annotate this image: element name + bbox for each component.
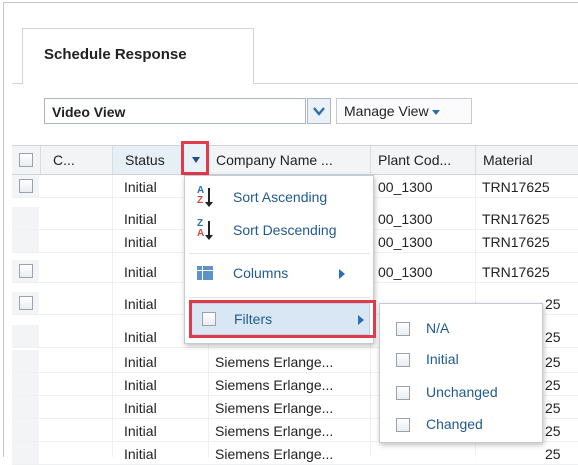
menu-item-label: Sort Descending bbox=[233, 222, 337, 238]
view-select-dropdown-button[interactable] bbox=[307, 98, 331, 124]
tab-bar: Schedule Response bbox=[12, 28, 578, 85]
status-cell: Initial bbox=[124, 423, 157, 439]
view-select[interactable]: Video View bbox=[44, 98, 306, 124]
menu-item-label: Columns bbox=[233, 265, 289, 281]
material-cell: 25 bbox=[545, 377, 561, 393]
filter-option-changed[interactable]: Changed bbox=[396, 414, 536, 438]
plant-cell: 00_1300 bbox=[378, 211, 433, 227]
submenu-arrow-icon bbox=[339, 269, 345, 279]
status-cell: Initial bbox=[124, 354, 157, 370]
manage-view-button[interactable]: Manage View bbox=[336, 98, 472, 124]
tab-label: Schedule Response bbox=[44, 46, 187, 63]
menu-separator bbox=[189, 253, 370, 254]
caret-down-icon bbox=[431, 109, 440, 115]
filter-option-label: Unchanged bbox=[426, 384, 498, 400]
filter-option-unchanged[interactable]: Unchanged bbox=[396, 382, 536, 406]
column-header-material[interactable]: Material bbox=[475, 146, 578, 174]
highlight-box-filters bbox=[189, 300, 376, 338]
columns-icon bbox=[197, 266, 213, 280]
company-cell: Siemens Erlange... bbox=[215, 423, 334, 439]
status-cell: Initial bbox=[124, 329, 157, 345]
table-row[interactable]: Initial Siemens Erlange... 25 bbox=[12, 442, 578, 465]
sort-descending-icon: Z A bbox=[197, 219, 215, 241]
material-cell: TRN17625 bbox=[482, 264, 550, 280]
plant-cell: 00_1300 bbox=[378, 179, 433, 195]
material-cell: TRN17625 bbox=[482, 179, 550, 195]
filter-checkbox[interactable] bbox=[396, 353, 410, 367]
status-cell: Initial bbox=[124, 179, 157, 195]
filter-checkbox[interactable] bbox=[396, 386, 410, 400]
sort-ascending-icon: A Z bbox=[197, 186, 215, 208]
filter-option-label: Initial bbox=[426, 351, 459, 367]
status-cell: Initial bbox=[124, 264, 157, 280]
filter-option-label: Changed bbox=[426, 416, 483, 432]
filters-submenu: N/A Initial Unchanged Changed bbox=[379, 303, 543, 443]
material-cell: 25 bbox=[545, 296, 561, 312]
plant-cell: 00_1300 bbox=[378, 264, 433, 280]
row-checkbox[interactable] bbox=[19, 264, 33, 278]
company-cell: Siemens Erlange... bbox=[215, 354, 334, 370]
status-cell: Initial bbox=[124, 446, 157, 462]
material-cell: 25 bbox=[545, 354, 561, 370]
filter-option-na[interactable]: N/A bbox=[396, 318, 536, 342]
manage-view-label: Manage View bbox=[344, 103, 429, 119]
menu-item-label: Sort Ascending bbox=[233, 189, 328, 205]
filter-checkbox[interactable] bbox=[396, 322, 410, 336]
filter-checkbox[interactable] bbox=[396, 418, 410, 432]
status-cell: Initial bbox=[124, 377, 157, 393]
material-cell: 25 bbox=[545, 400, 561, 416]
menu-item-sort-descending[interactable]: Z A Sort Descending bbox=[189, 215, 370, 245]
filter-option-label: N/A bbox=[426, 320, 450, 336]
company-cell: Siemens Erlange... bbox=[215, 377, 334, 393]
row-checkbox[interactable] bbox=[19, 179, 33, 193]
status-cell: Initial bbox=[124, 234, 157, 250]
filter-option-initial[interactable]: Initial bbox=[396, 349, 536, 373]
column-header-c[interactable]: C... bbox=[40, 146, 112, 174]
status-cell: Initial bbox=[124, 211, 157, 227]
row-checkbox[interactable] bbox=[19, 296, 33, 310]
menu-item-columns[interactable]: Columns bbox=[189, 258, 370, 288]
material-cell: TRN17625 bbox=[482, 234, 550, 250]
material-cell: TRN17625 bbox=[482, 211, 550, 227]
company-cell: Siemens Erlange... bbox=[215, 400, 334, 416]
plant-cell: 00_1300 bbox=[378, 234, 433, 250]
company-cell: Siemens Erlange... bbox=[215, 446, 334, 462]
grid-header: C... Status Company Name ... Plant Cod..… bbox=[12, 145, 578, 175]
status-cell: Initial bbox=[124, 400, 157, 416]
select-all-checkbox[interactable] bbox=[19, 153, 33, 167]
material-cell: 25 bbox=[545, 329, 561, 345]
material-cell: 25 bbox=[545, 446, 561, 462]
menu-separator bbox=[189, 297, 370, 298]
chevron-down-icon bbox=[313, 107, 325, 116]
column-header-status[interactable]: Status bbox=[112, 146, 184, 174]
menu-item-sort-ascending[interactable]: A Z Sort Ascending bbox=[189, 182, 370, 212]
status-cell: Initial bbox=[124, 296, 157, 312]
column-header-company-name[interactable]: Company Name ... bbox=[208, 146, 370, 174]
column-header-plant-code[interactable]: Plant Cod... bbox=[370, 146, 475, 174]
material-cell: 25 bbox=[545, 423, 561, 439]
view-select-value: Video View bbox=[52, 104, 126, 120]
highlight-box-column-menu-button bbox=[181, 141, 209, 175]
tab-schedule-response[interactable]: Schedule Response bbox=[22, 28, 254, 85]
